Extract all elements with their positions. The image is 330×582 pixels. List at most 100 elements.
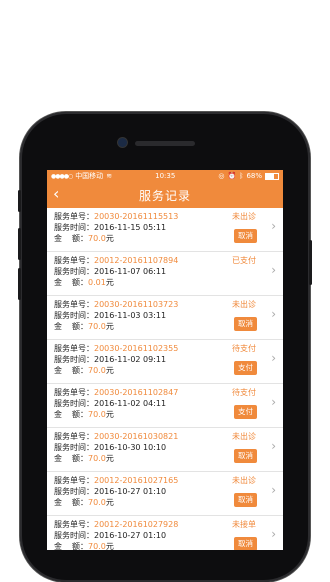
action-button[interactable]: 取消 xyxy=(234,317,257,331)
order-no-label: 服务单号： xyxy=(54,520,94,529)
action-button[interactable]: 取消 xyxy=(234,493,257,507)
service-time-label: 服务时间： xyxy=(54,399,94,408)
order-no-label: 服务单号： xyxy=(54,432,94,441)
order-no-label: 服务单号： xyxy=(54,256,94,265)
service-time-label: 服务时间： xyxy=(54,355,94,364)
amount-label-1: 金 xyxy=(54,454,62,463)
service-time-value: 2016-11-07 06:11 xyxy=(94,267,167,276)
amount-label-2: 额： xyxy=(72,366,88,375)
status-badge: 未出诊 xyxy=(232,300,256,309)
service-time-label: 服务时间： xyxy=(54,531,94,540)
phone-volume-down-button xyxy=(18,268,21,300)
amount-row: 金 额：0.01元 xyxy=(54,277,283,288)
amount-label-1: 金 xyxy=(54,498,62,507)
order-no-label: 服务单号： xyxy=(54,300,94,309)
service-time-label: 服务时间： xyxy=(54,311,94,320)
chevron-right-icon: › xyxy=(271,351,276,365)
status-badge: 未出诊 xyxy=(232,212,256,221)
amount-label-2: 额： xyxy=(72,234,88,243)
amount-value: 70.0 xyxy=(88,498,106,507)
status-badge: 未接单 xyxy=(232,520,256,529)
phone-volume-up-button xyxy=(18,228,21,260)
service-time-value: 2016-11-03 03:11 xyxy=(94,311,167,320)
order-no-value: 20012-20161027165 xyxy=(94,476,179,485)
record-item[interactable]: 服务单号：20030-20161103723 服务时间：2016-11-03 0… xyxy=(47,296,283,340)
service-time-value: 2016-11-15 05:11 xyxy=(94,223,167,232)
action-button[interactable]: 取消 xyxy=(234,229,257,243)
chevron-right-icon: › xyxy=(271,263,276,277)
yuan-unit: 元 xyxy=(105,498,114,507)
order-no-label: 服务单号： xyxy=(54,476,94,485)
page-title: 服务记录 xyxy=(138,188,191,203)
amount-label-1: 金 xyxy=(54,410,62,419)
service-time-label: 服务时间： xyxy=(54,487,94,496)
bluetooth-icon: ᛒ xyxy=(239,172,244,180)
back-arrow-icon[interactable]: ‹ xyxy=(53,185,59,203)
status-time: 10:35 xyxy=(155,172,176,180)
amount-value: 70.0 xyxy=(88,542,106,550)
amount-label-2: 额： xyxy=(72,454,88,463)
yuan-unit: 元 xyxy=(105,454,114,463)
amount-value: 70.0 xyxy=(88,366,106,375)
amount-label-1: 金 xyxy=(54,278,62,287)
chevron-right-icon: › xyxy=(271,527,276,541)
record-item[interactable]: 服务单号：20030-20161102355 服务时间：2016-11-02 0… xyxy=(47,340,283,384)
phone-side-button xyxy=(18,190,21,212)
amount-label-2: 额： xyxy=(72,278,88,287)
action-button[interactable]: 取消 xyxy=(234,537,257,550)
order-no-value: 20012-20161107894 xyxy=(94,256,179,265)
service-time-value: 2016-10-27 01:10 xyxy=(94,531,167,540)
status-badge: 待支付 xyxy=(232,388,256,397)
amount-label-1: 金 xyxy=(54,366,62,375)
amount-label-1: 金 xyxy=(54,322,62,331)
record-item[interactable]: 服务单号：20012-20161107894 服务时间：2016-11-07 0… xyxy=(47,252,283,296)
service-time-value: 2016-10-27 01:10 xyxy=(94,487,167,496)
order-no-value: 20030-20161030821 xyxy=(94,432,179,441)
amount-value: 70.0 xyxy=(88,234,106,243)
yuan-unit: 元 xyxy=(105,410,114,419)
front-camera xyxy=(118,138,127,147)
earpiece xyxy=(135,141,195,146)
service-time-value: 2016-11-02 09:11 xyxy=(94,355,167,364)
record-item[interactable]: 服务单号：20012-20161027165 服务时间：2016-10-27 0… xyxy=(47,472,283,516)
amount-label-2: 额： xyxy=(72,542,88,550)
service-time-label: 服务时间： xyxy=(54,223,94,232)
order-no-value: 20030-20161102355 xyxy=(94,344,179,353)
signal-icon: ●●●●○ xyxy=(51,172,73,180)
record-item[interactable]: 服务单号：20030-20161030821 服务时间：2016-10-30 1… xyxy=(47,428,283,472)
action-button[interactable]: 支付 xyxy=(234,405,257,419)
record-item[interactable]: 服务单号：20030-20161115513 服务时间：2016-11-15 0… xyxy=(47,208,283,252)
order-no-value: 20030-20161102847 xyxy=(94,388,179,397)
yuan-unit: 元 xyxy=(105,278,114,287)
status-badge: 未出诊 xyxy=(232,432,256,441)
amount-label-2: 额： xyxy=(72,498,88,507)
order-no-value: 20030-20161115513 xyxy=(94,212,179,221)
action-button[interactable]: 支付 xyxy=(234,361,257,375)
nav-bar: ‹ 服务记录 xyxy=(47,182,283,208)
status-badge: 待支付 xyxy=(232,344,256,353)
phone-power-button xyxy=(309,240,312,285)
amount-label-1: 金 xyxy=(54,542,62,550)
record-list: 服务单号：20030-20161115513 服务时间：2016-11-15 0… xyxy=(47,208,283,550)
record-item[interactable]: 服务单号：20030-20161102847 服务时间：2016-11-02 0… xyxy=(47,384,283,428)
app-screen: ●●●●○ 中国移动 ≋ 10:35 ◎ ⏰ ᛒ 68% ‹ 服务记录 服务单号… xyxy=(47,170,283,550)
amount-label-2: 额： xyxy=(72,322,88,331)
chevron-right-icon: › xyxy=(271,219,276,233)
order-no-label: 服务单号： xyxy=(54,388,94,397)
service-time-value: 2016-10-30 10:10 xyxy=(94,443,167,452)
amount-value: 70.0 xyxy=(88,454,106,463)
amount-label-1: 金 xyxy=(54,234,62,243)
yuan-unit: 元 xyxy=(105,322,114,331)
status-bar: ●●●●○ 中国移动 ≋ 10:35 ◎ ⏰ ᛒ 68% xyxy=(47,170,283,182)
amount-label-2: 额： xyxy=(72,410,88,419)
carrier: 中国移动 xyxy=(75,172,104,180)
chevron-right-icon: › xyxy=(271,483,276,497)
time-row: 服务时间：2016-11-07 06:11 xyxy=(54,266,283,277)
service-time-label: 服务时间： xyxy=(54,267,94,276)
order-no-value: 20030-20161103723 xyxy=(94,300,179,309)
action-button[interactable]: 取消 xyxy=(234,449,257,463)
order-no-label: 服务单号： xyxy=(54,212,94,221)
record-item[interactable]: 服务单号：20012-20161027928 服务时间：2016-10-27 0… xyxy=(47,516,283,550)
status-badge: 已支付 xyxy=(232,256,256,265)
yuan-unit: 元 xyxy=(105,542,114,550)
